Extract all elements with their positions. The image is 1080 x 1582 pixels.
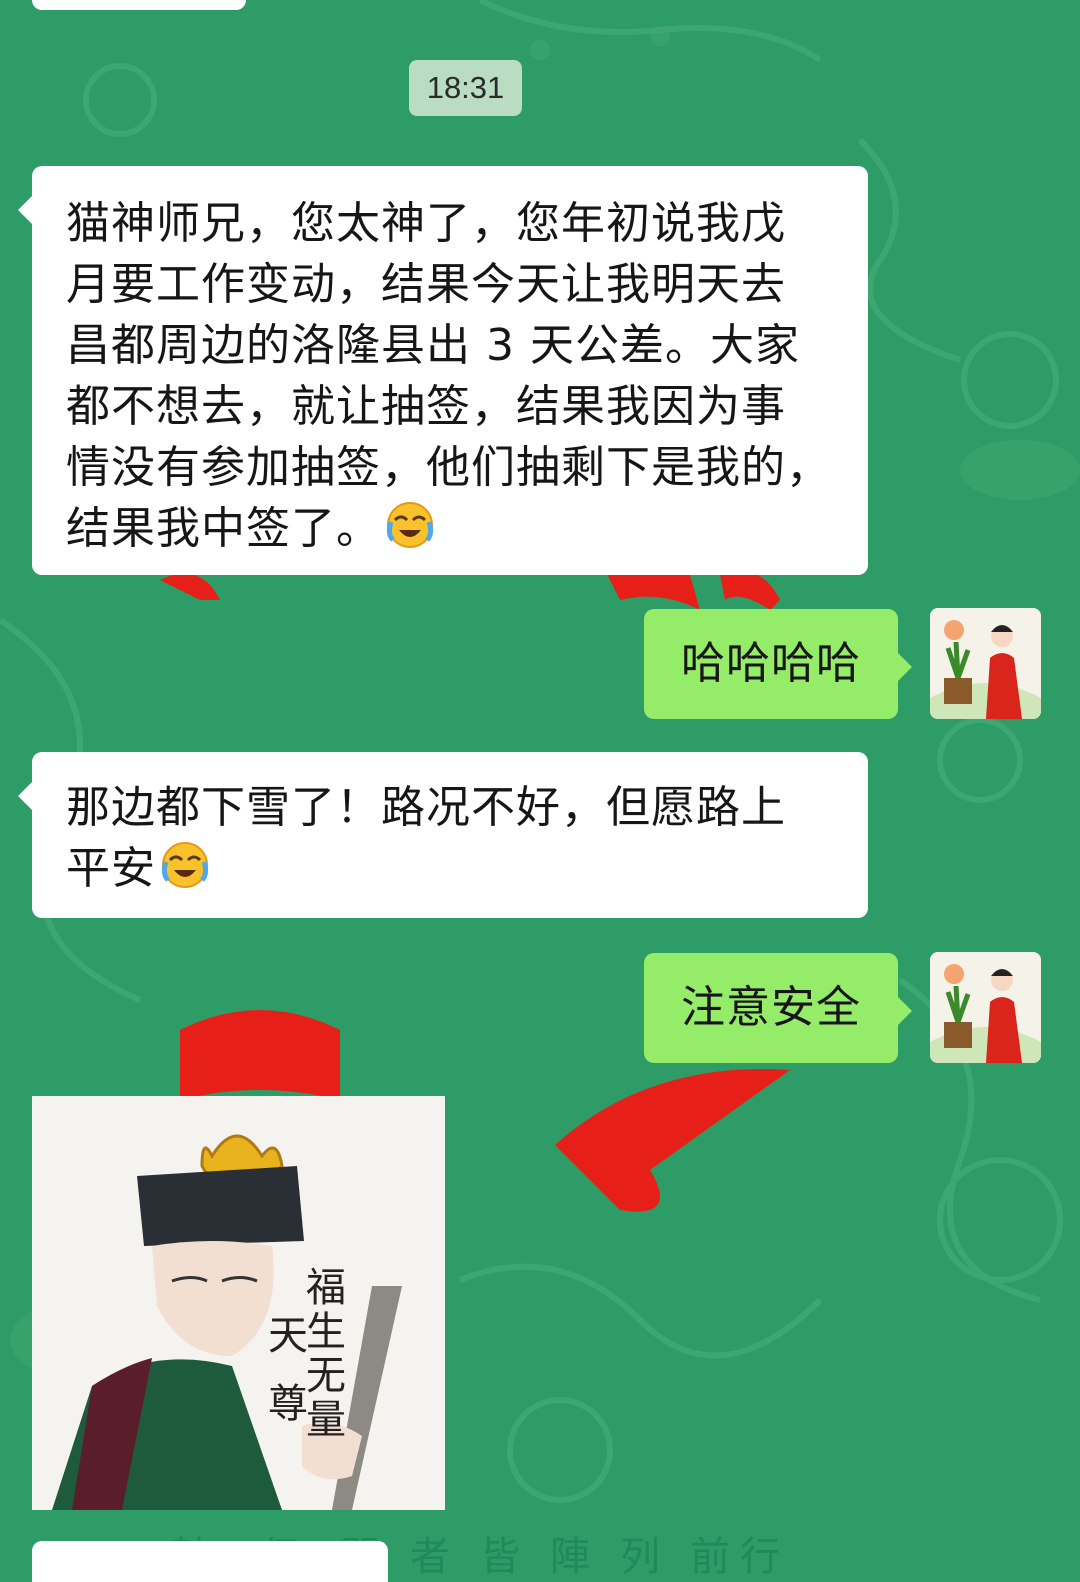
bubble-tail [898, 997, 912, 1025]
svg-text:前: 前 [690, 1534, 730, 1580]
message-bubble-outgoing[interactable]: 注意安全 [644, 953, 912, 1063]
message-text: 注意安全 [681, 982, 861, 1033]
message-line-last: 结果我中签了。 [66, 498, 848, 559]
message-bubble-partial-top[interactable] [32, 0, 246, 10]
svg-text:皆: 皆 [480, 1534, 520, 1580]
message-line: 平安 [66, 843, 156, 894]
message-line: 月要工作变动，结果今天让我明天去 [66, 259, 786, 310]
svg-text:陣: 陣 [550, 1534, 590, 1580]
avatar-image [930, 952, 1041, 1063]
sweat-smile-emoji-icon [386, 502, 434, 548]
bubble-tail [18, 782, 32, 810]
message-line: 昌都周边的洛隆县出 3 天公差。大家 [66, 320, 800, 371]
sticker-illustration [32, 1096, 445, 1510]
message-line-last: 平安 [66, 838, 848, 899]
message-line: 都不想去，就让抽签，结果我因为事 [66, 381, 786, 432]
message-line: 猫神师兄，您太神了，您年初说我戊 [66, 198, 786, 249]
message-bubble-incoming[interactable]: 猫神师兄，您太神了，您年初说我戊 月要工作变动，结果今天让我明天去 昌都周边的洛… [18, 166, 868, 575]
message-bubble-outgoing[interactable]: 哈哈哈哈 [644, 609, 912, 719]
sticker-message[interactable]: 天尊 福生无量 [32, 1096, 445, 1510]
message-line: 那边都下雪了！路况不好，但愿路上 [66, 782, 786, 833]
message-bubble-incoming[interactable]: 那边都下雪了！路况不好，但愿路上 平安 [18, 752, 868, 918]
svg-text:行: 行 [740, 1534, 780, 1580]
message-line: 情没有参加抽签，他们抽剩下是我的， [66, 442, 831, 493]
avatar-image [930, 608, 1041, 719]
message-timestamp: 18:31 [409, 60, 522, 116]
svg-text:者: 者 [410, 1534, 450, 1580]
message-text: 哈哈哈哈 [681, 638, 861, 689]
sweat-smile-emoji-icon [161, 842, 209, 888]
svg-text:列: 列 [620, 1534, 660, 1580]
bubble-tail [898, 653, 912, 681]
message-bubble-partial-bottom[interactable] [32, 1541, 388, 1582]
user-avatar[interactable] [930, 952, 1041, 1063]
bubble-tail [18, 196, 32, 224]
sticker-text-right: 福生无量 [306, 1265, 346, 1443]
message-line: 结果我中签了。 [66, 503, 381, 554]
user-avatar[interactable] [930, 608, 1041, 719]
